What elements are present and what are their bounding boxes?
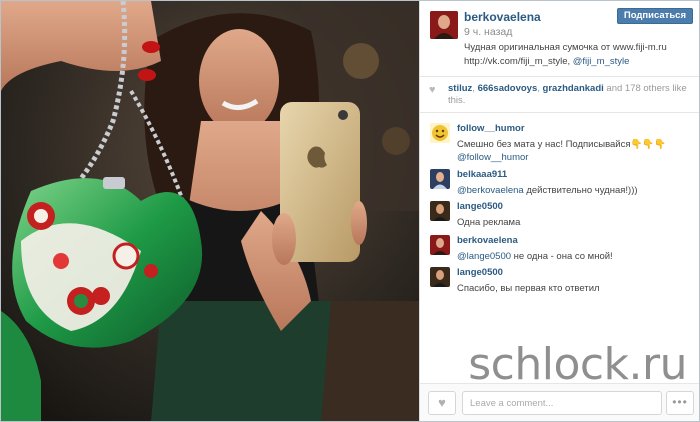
commenter-avatar-image [430,201,450,221]
heart-icon: ♥ [438,395,446,410]
caption-link[interactable]: http://vk.com/fiji_m_style, [464,56,570,67]
commenter-username[interactable]: lange0500 [457,267,503,278]
commenter-avatar-image [430,169,450,189]
commenter-username[interactable]: belkaaa911 [457,169,507,180]
author-avatar[interactable] [430,11,458,39]
comment-text: @berkovaelena действительно чудная!))) [457,184,638,197]
comment-mention[interactable]: @follow__humor [457,151,666,164]
commenter-avatar[interactable] [430,267,450,287]
author-avatar-image [430,11,458,39]
commenter-avatar[interactable] [430,201,450,221]
comment-text: Одна реклама [457,217,521,228]
caption-line-2: http://vk.com/fiji_m_style, @fiji_m_styl… [464,55,696,69]
heart-icon: ♥ [429,84,436,96]
commenter-username[interactable]: lange0500 [457,201,503,212]
comment-body: действительно чудная!))) [523,185,638,196]
post-caption: Чудная оригинальная сумочка от www.fiji-… [464,41,696,69]
post-header: berkovaelena Подписаться 9 ч. назад Чудн… [420,1,699,77]
comment-body: не одна - она со мной! [511,251,613,262]
commenter-username[interactable]: follow__humor [457,123,525,134]
author-username[interactable]: berkovaelena [464,10,541,24]
comment-text: Спасибо, вы первая кто ответил [457,283,600,294]
like-user-1[interactable]: stiluz [448,83,472,94]
commenter-avatar[interactable] [430,235,450,255]
photo-illustration [1,1,419,421]
instagram-post-window: berkovaelena Подписаться 9 ч. назад Чудн… [0,0,700,422]
like-user-3[interactable]: grazhdankadi [543,83,604,94]
commenter-avatar[interactable] [430,169,450,189]
like-user-2[interactable]: 666sadovoys [478,83,538,94]
follow-button[interactable]: Подписаться [616,8,693,24]
caption-mention[interactable]: @fiji_m_style [573,56,630,67]
caption-line-1: Чудная оригинальная сумочка от www.fiji-… [464,42,667,53]
comment-text: @lange0500 не одна - она со мной! [457,250,613,263]
watermark: schlock.ru [468,339,687,390]
comment-mention[interactable]: @berkovaelena [457,185,524,196]
likes-summary: ♥ stiluz, 666sadovoys, grazhdankadi and 1… [420,77,699,113]
like-button[interactable]: ♥ [428,391,456,415]
commenter-avatar-image [430,235,450,255]
commenter-avatar[interactable] [430,123,450,143]
post-photo[interactable] [1,1,419,421]
comment-text: Смешно без мата у нас! Подписывайся👇👇👇 @… [457,138,666,164]
comment-mention[interactable]: @lange0500 [457,251,511,262]
more-options-icon[interactable]: ••• [666,391,694,415]
comment-input[interactable] [462,391,662,415]
comment-body: Смешно без мата у нас! Подписывайся👇👇👇 [457,139,666,150]
post-time: 9 ч. назад [464,26,513,38]
commenter-username[interactable]: berkovaelena [457,235,518,246]
commenter-avatar-image [430,123,450,143]
commenter-avatar-image [430,267,450,287]
